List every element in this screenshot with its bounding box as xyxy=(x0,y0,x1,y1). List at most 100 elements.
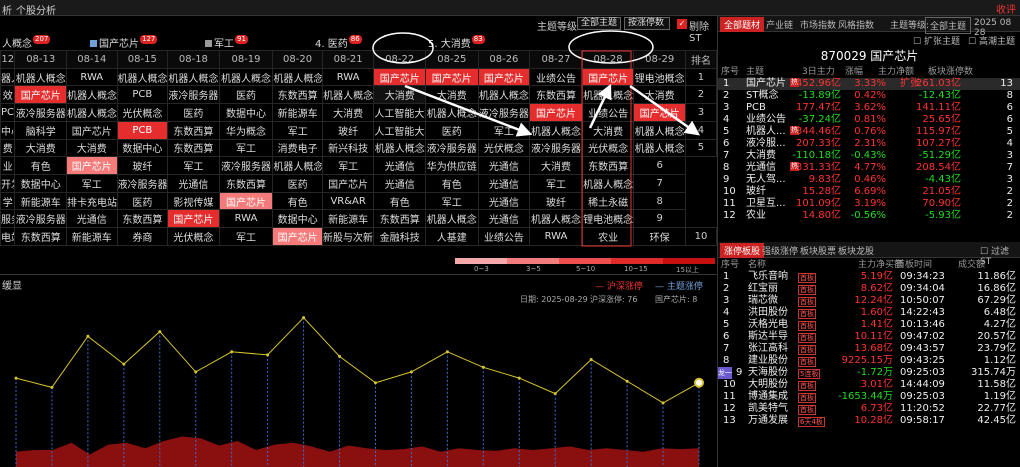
theme-cell[interactable]: 东数西算 xyxy=(116,209,169,229)
theme-cell[interactable]: 开发 xyxy=(0,174,16,193)
theme-cell[interactable]: 人工智能大模型 xyxy=(373,120,426,140)
theme-cell[interactable]: 国产芯片 xyxy=(373,67,426,87)
theme-cell[interactable]: 新能源车 xyxy=(66,227,118,246)
theme-cell[interactable]: 机器人概念 xyxy=(272,67,323,87)
theme-cell[interactable]: 大消费 xyxy=(321,103,375,122)
theme-cell[interactable]: 锂电池概念 xyxy=(581,209,635,229)
tab-analysis[interactable]: 析 xyxy=(2,2,12,17)
grid-date-header[interactable]: 08-27 xyxy=(529,50,583,69)
tab-sector-leaders[interactable]: 板块龙股 xyxy=(834,243,878,258)
theme-point[interactable] xyxy=(625,379,629,383)
theme-cell[interactable]: 华为供应链 xyxy=(425,156,479,176)
theme-cell[interactable]: 大消费 xyxy=(633,85,686,105)
theme-table-row[interactable]: 1 国产芯片热 452.96亿 3.33% 扩张 261.03亿 13 xyxy=(718,78,1020,90)
theme-point[interactable] xyxy=(14,376,18,380)
theme-cell[interactable]: 军工 xyxy=(66,174,118,193)
theme-cell[interactable]: 液冷服务器 xyxy=(477,103,531,122)
theme-cell[interactable]: 华为概念 xyxy=(218,120,274,140)
theme-cell[interactable]: 光伏概念 xyxy=(116,103,169,122)
hot-theme-3[interactable]: 军工 91 xyxy=(205,35,248,50)
theme-cell[interactable]: 有色 xyxy=(425,174,479,193)
theme-point[interactable] xyxy=(230,350,234,354)
theme-cell[interactable]: 国产芯片 xyxy=(321,174,375,193)
grid-date-header[interactable]: 08-15 xyxy=(116,50,169,69)
theme-cell[interactable]: 效 xyxy=(0,85,16,105)
grid-date-header[interactable]: 08-19 xyxy=(218,50,274,69)
theme-cell[interactable]: 军工 xyxy=(321,156,375,176)
theme-cell[interactable]: PCB xyxy=(116,120,169,140)
column-header[interactable]: 序号 xyxy=(721,66,739,78)
theme-table-row[interactable]: 2 ST概念 -13.89亿 0.42% -12.43亿 8 xyxy=(718,90,1020,102)
theme-table-row[interactable]: 6 液冷服... 207.33亿 2.31% 107.27亿 4 xyxy=(718,138,1020,150)
column-header[interactable]: 首板时间 xyxy=(896,259,932,271)
theme-cell[interactable]: 新能源车 xyxy=(14,191,68,211)
theme-cell[interactable]: 东数西算 xyxy=(581,156,635,176)
theme-cell[interactable]: 国产芯片 xyxy=(66,120,118,140)
theme-cell[interactable]: 玻纤 xyxy=(116,156,169,176)
stock-row[interactable]: 12 凯美特气 首板 6.73亿 11:20:52 22.77亿 xyxy=(718,403,1020,415)
theme-cell[interactable]: PCB xyxy=(116,85,169,105)
theme-cell[interactable]: 消费电子 xyxy=(272,138,323,158)
theme-cell[interactable]: 机器人概念 xyxy=(529,120,583,140)
theme-cell[interactable]: 业绩公告 xyxy=(477,227,531,246)
theme-cell[interactable]: 军工 xyxy=(477,120,531,140)
theme-cell[interactable]: 东数西算 xyxy=(373,209,426,229)
theme-cell[interactable]: 光伏概念 xyxy=(477,138,531,158)
theme-cell[interactable]: 军工 xyxy=(218,138,274,158)
grid-date-header[interactable]: 08-18 xyxy=(167,50,220,69)
theme-cell[interactable]: 机器人概念 xyxy=(425,209,479,229)
level-select[interactable]: 全部主题 xyxy=(577,17,621,30)
theme-cell[interactable]: 机器人概念 xyxy=(373,138,426,158)
theme-point[interactable] xyxy=(694,377,704,388)
hot-theme-5[interactable]: 5. 大消费 83 xyxy=(428,35,485,50)
theme-cell[interactable]: 液冷服务器 xyxy=(218,156,274,176)
theme-cell[interactable]: 中心 xyxy=(0,120,16,140)
theme-cell[interactable]: 服务器 xyxy=(0,209,16,229)
stock-row[interactable]: 3 瑞芯微 首板 12.24亿 10:50:07 67.29亿 xyxy=(718,295,1020,307)
theme-cell[interactable]: 数据中心 xyxy=(218,103,274,122)
theme-cell[interactable]: 券商 xyxy=(116,227,169,246)
theme-cell[interactable]: 液冷服务器 xyxy=(167,85,220,105)
theme-cell[interactable]: 有色 xyxy=(272,191,323,211)
theme-cell[interactable]: RWA xyxy=(66,67,118,87)
theme-cell[interactable]: 大消费 xyxy=(14,138,68,158)
theme-cell[interactable]: 电站 xyxy=(0,227,16,246)
theme-cell[interactable]: 排卡充电站 xyxy=(66,191,118,211)
theme-cell[interactable]: 机器人概念 xyxy=(321,85,375,105)
stock-row[interactable]: 6 斯达半导 首板 10.11亿 09:47:02 20.57亿 xyxy=(718,331,1020,343)
theme-cell[interactable]: 东数西算 xyxy=(14,227,68,246)
grid-date-header[interactable]: 08-26 xyxy=(477,50,531,69)
theme-table-row[interactable]: 7 大消费 -110.18亿 -0.43% -51.29亿 3 xyxy=(718,150,1020,162)
theme-cell[interactable]: 锂电池概念 xyxy=(633,67,686,87)
theme-cell[interactable]: 机器人概念 xyxy=(14,67,68,87)
grid-date-header[interactable]: 08-25 xyxy=(425,50,479,69)
theme-cell[interactable]: 业绩公告 xyxy=(581,103,635,122)
column-header[interactable]: 序号 xyxy=(721,259,739,271)
summary-button[interactable]: 收评 xyxy=(996,1,1016,16)
theme-cell[interactable]: 人工智能大模型 xyxy=(373,103,426,122)
theme-cell[interactable]: 机器人概念 xyxy=(218,67,274,87)
column-header[interactable]: 涨幅 xyxy=(845,66,863,78)
theme-cell[interactable]: 国产芯片 xyxy=(529,103,583,122)
theme-cell[interactable]: 玻纤 xyxy=(529,191,583,211)
theme-cell[interactable]: 数据中心 xyxy=(116,138,169,158)
theme-cell[interactable]: 业 xyxy=(0,156,16,176)
grid-date-header[interactable]: 08-29 xyxy=(633,50,686,69)
theme-cell[interactable]: 国产芯片 xyxy=(272,227,323,246)
theme-cell[interactable]: 大消费 xyxy=(425,85,479,105)
column-header[interactable]: 板块涨停数 xyxy=(928,66,973,78)
theme-table-row[interactable]: 4 业绩公告 -37.24亿 0.81% 25.65亿 6 xyxy=(718,114,1020,126)
theme-cell[interactable]: 大消费 xyxy=(66,138,118,158)
theme-cell[interactable]: 军工 xyxy=(529,174,583,193)
theme-cell[interactable]: 大消费 xyxy=(373,85,426,105)
theme-cell[interactable]: 国产芯片 xyxy=(14,85,68,105)
theme-point[interactable] xyxy=(589,358,593,361)
tab-industry-chain[interactable]: 产业链 xyxy=(762,17,797,32)
grid-date-header[interactable]: 12 xyxy=(0,50,16,69)
grid-date-header[interactable]: 08-22 xyxy=(373,50,426,69)
theme-cell[interactable]: 液冷服务器 xyxy=(116,174,169,193)
theme-point[interactable] xyxy=(373,381,377,385)
theme-cell[interactable]: PCB xyxy=(0,103,16,122)
theme-cell[interactable]: 业绩公告 xyxy=(529,67,583,87)
theme-cell[interactable]: 液冷服务器 xyxy=(14,209,68,229)
